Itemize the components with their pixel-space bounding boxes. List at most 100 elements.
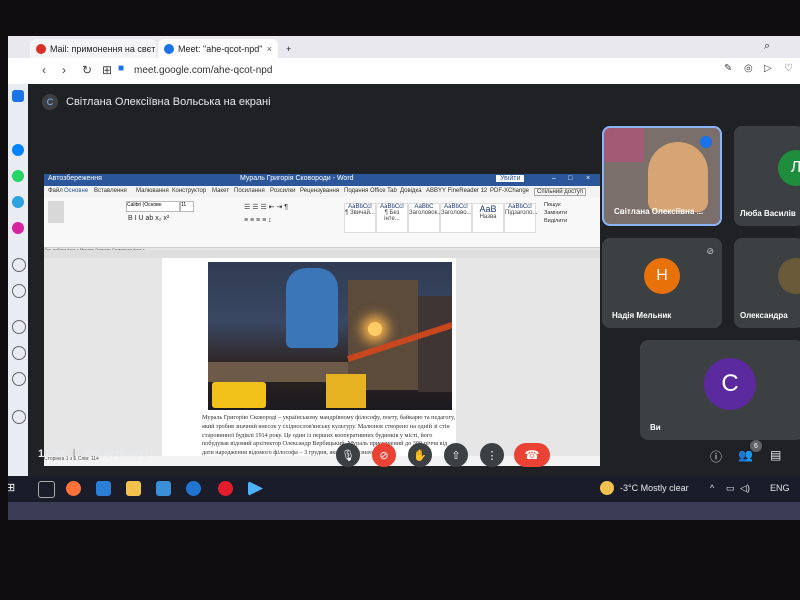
history-icon[interactable] — [12, 258, 26, 272]
tray-chevron[interactable]: ^ — [710, 483, 714, 493]
reload-icon[interactable]: ↻ — [82, 63, 92, 77]
style-heading-2[interactable]: AaBbCcI Заголово... — [440, 203, 472, 233]
menu-layout[interactable]: Макет — [212, 188, 229, 194]
firefox-icon[interactable] — [66, 481, 81, 496]
play-icon[interactable]: ▷ — [764, 63, 772, 74]
menu-review[interactable]: Рецензування — [300, 188, 339, 194]
camera-off-button[interactable]: ⊘ — [372, 443, 396, 467]
signin-button[interactable]: Увійти — [496, 175, 525, 182]
heart-icon[interactable] — [12, 320, 26, 334]
maximize-icon[interactable]: □ — [568, 175, 572, 182]
back-icon[interactable]: ‹ — [42, 63, 46, 77]
url-field[interactable]: meet.google.com/ahe-qcot-npd — [134, 65, 272, 76]
bold-italic-underline[interactable]: B I U ab x₂ x² — [128, 215, 169, 222]
new-tab-button[interactable]: + — [280, 39, 298, 58]
editing-group[interactable]: Пошук Замінити Виділити — [544, 201, 567, 225]
participant-tile-presenter[interactable]: Світлана Олексіївна ... — [602, 126, 722, 226]
style-normal[interactable]: AaBbCcI ¶ Звичай... — [344, 203, 376, 233]
edge-icon[interactable] — [186, 481, 201, 496]
opera-icon[interactable] — [218, 481, 233, 496]
tab-label: Mail: примонення на свєтнд… — [50, 43, 156, 54]
style-subtitle[interactable]: AaBbCcI Підзаголо... — [504, 203, 537, 233]
forward-icon[interactable]: › — [62, 63, 66, 77]
clock-icon[interactable] — [12, 346, 26, 360]
participant-tile-oleksandra[interactable]: Олександра — [734, 238, 800, 328]
task-view-icon[interactable] — [38, 481, 55, 498]
style-no-spacing[interactable]: AaBbCcI ¶ Без інте... — [376, 203, 408, 233]
more-options-button[interactable]: ⋮ — [480, 443, 504, 467]
volume-icon[interactable]: ◁) — [740, 483, 750, 494]
menu-abbyy[interactable]: ABBYY FineReader 12 — [426, 188, 487, 194]
menu-office-tab[interactable]: Office Tab — [370, 188, 397, 194]
shared-screen-word: Автозбереження Мураль Григорія Сковороди… — [44, 174, 600, 466]
network-icon[interactable]: ▭ — [726, 483, 735, 494]
present-button[interactable]: ⇧ — [444, 443, 468, 467]
avatar: C — [704, 358, 756, 410]
menu-home[interactable]: Основне — [64, 188, 88, 194]
tab-meet[interactable]: Meet: "ahe-qcot-npd" × — [158, 39, 278, 58]
menu-help[interactable]: Довідка — [400, 188, 422, 194]
store-icon[interactable] — [156, 481, 171, 496]
home-icon[interactable] — [12, 90, 24, 102]
messenger-icon[interactable] — [12, 144, 24, 156]
separator: | — [72, 448, 76, 460]
media-player-icon[interactable] — [248, 481, 263, 496]
participant-name: Ви — [650, 423, 661, 432]
menu-mailings[interactable]: Розсилки — [270, 188, 296, 194]
presenter-avatar: C — [42, 94, 58, 110]
mic-button[interactable]: 🎙 — [336, 443, 360, 467]
align-icons[interactable]: ≡ ≡ ≡ ≡ ↕ — [244, 217, 272, 224]
share-button[interactable]: Спільний доступ — [534, 188, 587, 196]
bulb-icon[interactable] — [12, 410, 26, 424]
present-icon: ⇧ — [451, 449, 461, 462]
font-size-select[interactable]: 11 — [180, 201, 194, 212]
info-icon[interactable]: ⓘ — [710, 448, 722, 465]
settings-icon[interactable] — [12, 372, 26, 386]
meet-icon — [164, 43, 174, 54]
instagram-icon[interactable] — [12, 222, 24, 234]
weather-text[interactable]: -3°C Mostly clear — [620, 483, 689, 493]
windows-start-icon[interactable]: ⊞ — [8, 481, 21, 496]
phone-hangup-icon: ☎ — [524, 448, 540, 462]
chat-icon[interactable]: ▤ — [770, 448, 781, 462]
menu-design[interactable]: Конструктор — [172, 188, 206, 194]
menu-view[interactable]: Подання — [344, 188, 368, 194]
search-icon[interactable]: ⌕ — [764, 40, 770, 53]
close-icon[interactable]: × — [267, 44, 272, 54]
menu-insert[interactable]: Вставлення — [94, 188, 127, 194]
flow-icon[interactable] — [12, 284, 26, 298]
raise-hand-button[interactable]: ✋ — [408, 443, 432, 467]
speed-dial-icon[interactable]: ⊞ — [102, 63, 112, 77]
mail-app-icon[interactable] — [96, 481, 111, 496]
participant-tile-liuba[interactable]: Л Люба Василів — [734, 126, 800, 226]
mic-off-icon: ⊘ — [706, 246, 714, 256]
participant-tile-self[interactable]: C Ви — [640, 340, 800, 440]
menu-pdf-xchange[interactable]: PDF-XChange — [490, 188, 529, 194]
address-bar: ‹ › ↻ ⊞ ■ meet.google.com/ahe-qcot-npd ✎… — [8, 58, 800, 85]
telegram-icon[interactable] — [12, 196, 24, 208]
minimize-icon[interactable]: – — [552, 175, 556, 182]
paste-icon[interactable] — [48, 201, 64, 223]
autosave-label: Автозбереження — [48, 175, 102, 182]
style-heading-1[interactable]: AaBbC Заголовок... — [408, 203, 442, 233]
avatar: Н — [644, 258, 680, 294]
leave-call-button[interactable]: ☎ — [514, 443, 550, 467]
file-explorer-icon[interactable] — [126, 481, 141, 496]
document-page[interactable]: Мураль Григорію Сковороді – українському… — [162, 258, 456, 466]
menu-references[interactable]: Посилання — [234, 188, 265, 194]
style-title[interactable]: AaB Назва — [472, 203, 504, 233]
menu-draw[interactable]: Малювання — [136, 188, 169, 194]
language-indicator[interactable]: ENG — [770, 483, 790, 493]
participant-name: Люба Василів — [740, 209, 796, 218]
participant-tile-nadiia[interactable]: ⊘ Н Надія Мельник — [602, 238, 722, 328]
menu-file[interactable]: Файл — [48, 188, 63, 194]
extension-icon[interactable]: ✎ — [724, 63, 732, 74]
close-icon[interactable]: × — [586, 175, 590, 182]
whatsapp-icon[interactable] — [12, 170, 24, 182]
font-name-select[interactable]: Calibri (Основн — [126, 201, 180, 212]
tab-mail[interactable]: Mail: примонення на свєтнд… × — [30, 39, 156, 58]
heart-icon[interactable]: ♡ — [784, 63, 793, 74]
list-icons[interactable]: ☰ ☰ ☰ ⇤ ⇥ ¶ — [244, 203, 288, 211]
presenter-banner: C Світлана Олексіївна Вольська на екрані — [42, 94, 271, 110]
snapshot-icon[interactable]: ◎ — [744, 63, 753, 74]
